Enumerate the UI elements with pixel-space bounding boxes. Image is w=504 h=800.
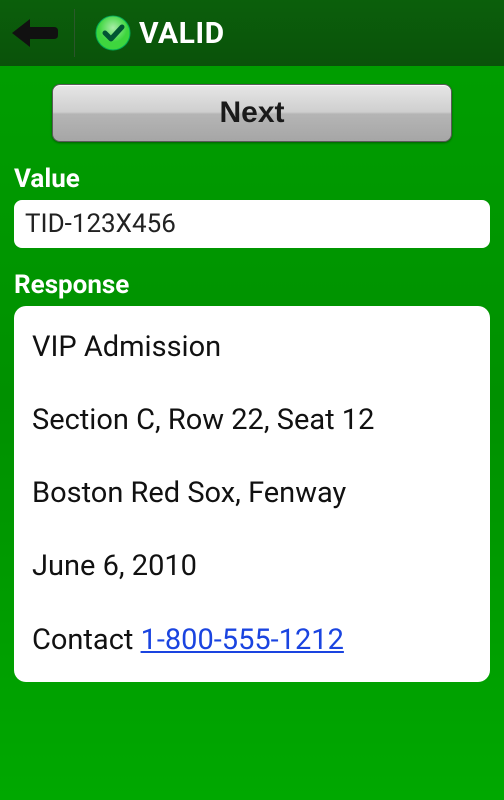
- response-event: Boston Red Sox, Fenway: [32, 474, 472, 513]
- response-box: VIP Admission Section C, Row 22, Seat 12…: [14, 306, 490, 682]
- header-divider: [74, 9, 75, 57]
- response-label: Response: [14, 270, 490, 300]
- contact-prefix: Contact: [32, 623, 141, 657]
- response-admission: VIP Admission: [32, 328, 472, 367]
- app-header: VALID: [0, 0, 504, 66]
- back-button[interactable]: [6, 9, 64, 57]
- main-content: Next Value TID-123X456 Response VIP Admi…: [0, 66, 504, 700]
- status-badge: VALID: [85, 15, 225, 51]
- response-contact: Contact 1-800-555-1212: [32, 621, 472, 660]
- next-button[interactable]: Next: [52, 84, 452, 142]
- value-box: TID-123X456: [14, 200, 490, 248]
- value-label: Value: [14, 164, 490, 194]
- response-date: June 6, 2010: [32, 547, 472, 586]
- response-seating: Section C, Row 22, Seat 12: [32, 401, 472, 440]
- back-arrow-icon: [10, 16, 60, 50]
- check-circle-icon: [95, 15, 131, 51]
- contact-phone-link[interactable]: 1-800-555-1212: [141, 623, 344, 657]
- status-text: VALID: [139, 16, 225, 51]
